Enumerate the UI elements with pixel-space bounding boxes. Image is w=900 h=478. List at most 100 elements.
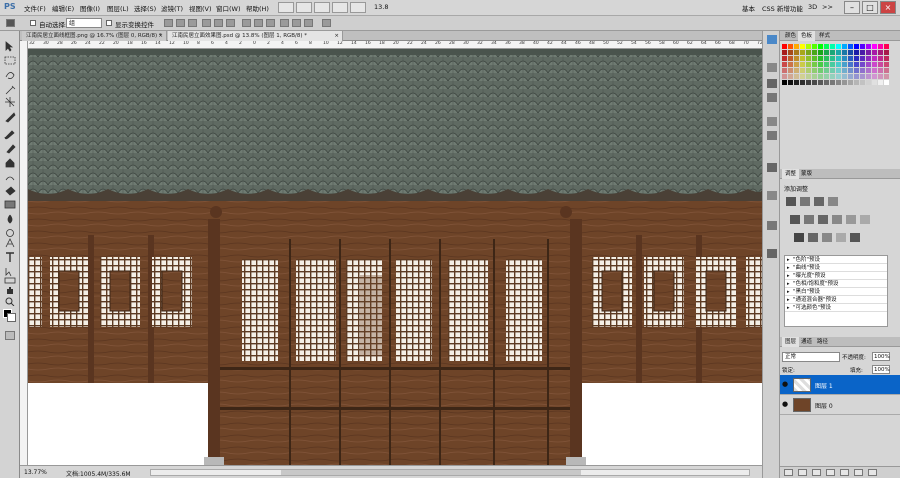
color-swatch[interactable] [830, 56, 835, 61]
color-swatch[interactable] [800, 44, 805, 49]
color-swatch[interactable] [878, 68, 883, 73]
close-icon[interactable]: × [880, 1, 896, 14]
color-swatch[interactable] [800, 62, 805, 67]
color-swatch[interactable] [848, 62, 853, 67]
zoom-tool-icon[interactable] [5, 297, 15, 307]
menu-help[interactable]: 帮助(H) [246, 3, 269, 13]
add-mask-icon[interactable] [812, 469, 821, 476]
color-swatch[interactable] [794, 56, 799, 61]
color-swatch[interactable] [854, 74, 859, 79]
visibility-eye-icon[interactable]: ● [782, 400, 791, 409]
color-swatch[interactable] [854, 50, 859, 55]
new-adjustment-icon[interactable] [826, 469, 835, 476]
color-swatch[interactable] [830, 50, 835, 55]
opacity-input[interactable]: 100% [872, 352, 890, 361]
color-swatch[interactable] [836, 56, 841, 61]
channel-mixer-icon[interactable] [860, 215, 870, 224]
color-swatch[interactable] [818, 62, 823, 67]
menu-filter[interactable]: 滤镜(T) [161, 3, 183, 13]
arrange-docs-icon[interactable] [332, 2, 348, 13]
color-swatch[interactable] [800, 56, 805, 61]
preset-levels[interactable]: "色阶"预设 [785, 256, 887, 264]
color-swatch[interactable] [806, 62, 811, 67]
color-swatch[interactable] [824, 74, 829, 79]
color-swatch[interactable] [824, 56, 829, 61]
color-swatch[interactable] [866, 74, 871, 79]
color-swatch[interactable] [842, 80, 847, 85]
color-swatch[interactable] [872, 50, 877, 55]
document-size[interactable]: 文档:1005.4M/335.6M [66, 469, 131, 478]
color-swatch[interactable] [812, 80, 817, 85]
tab-swatches[interactable]: 色板 [798, 31, 816, 41]
color-swatch[interactable] [872, 62, 877, 67]
color-swatch[interactable] [818, 80, 823, 85]
screen-mode-icon[interactable] [350, 2, 366, 13]
color-swatch[interactable] [860, 68, 865, 73]
brush-panel-icon[interactable] [767, 63, 777, 72]
quick-mask-icon[interactable] [5, 331, 15, 340]
menu-file[interactable]: 文件(F) [24, 3, 46, 13]
workspace-more[interactable]: >> [822, 3, 833, 11]
color-balance-icon[interactable] [818, 215, 828, 224]
color-swatch[interactable] [794, 68, 799, 73]
scroll-thumb[interactable] [281, 470, 581, 475]
color-swatch[interactable] [842, 44, 847, 49]
auto-align-icon[interactable] [322, 19, 331, 27]
align-vcenter-icon[interactable] [176, 19, 185, 27]
link-layers-icon[interactable] [784, 469, 793, 476]
color-swatch[interactable] [812, 56, 817, 61]
color-swatch[interactable] [866, 62, 871, 67]
color-swatch[interactable] [884, 44, 889, 49]
color-swatch[interactable] [788, 44, 793, 49]
color-swatch[interactable] [788, 68, 793, 73]
color-swatch[interactable] [866, 56, 871, 61]
color-swatch[interactable] [800, 68, 805, 73]
threshold-icon[interactable] [822, 233, 832, 242]
color-swatch[interactable] [824, 44, 829, 49]
color-swatch[interactable] [884, 62, 889, 67]
distribute-bottom-icon[interactable] [266, 19, 275, 27]
close-tab-icon[interactable]: × [334, 31, 339, 41]
workspace-3d[interactable]: 3D [808, 3, 817, 11]
color-swatch[interactable] [860, 56, 865, 61]
tab-rendering[interactable]: 江南民居立面效果图.psd @ 13.8% (图层 1, RGB/8) * × [168, 31, 343, 41]
color-swatch[interactable] [812, 62, 817, 67]
preset-black-white[interactable]: "黑白"预设 [785, 288, 887, 296]
tab-layers[interactable]: 图层 [782, 337, 800, 347]
color-swatch[interactable] [782, 74, 787, 79]
color-swatch[interactable] [866, 80, 871, 85]
align-hcenter-icon[interactable] [214, 19, 223, 27]
color-swatch[interactable] [800, 74, 805, 79]
distribute-left-icon[interactable] [280, 19, 289, 27]
color-swatch[interactable] [842, 68, 847, 73]
color-swatch[interactable] [812, 74, 817, 79]
color-swatch[interactable] [884, 68, 889, 73]
color-swatch[interactable] [794, 62, 799, 67]
preset-selective-color[interactable]: "可选颜色"预设 [785, 304, 887, 312]
navigator-icon[interactable] [767, 221, 777, 230]
visibility-eye-icon[interactable]: ● [782, 380, 791, 389]
color-swatch[interactable] [842, 62, 847, 67]
menu-view[interactable]: 视图(V) [189, 3, 212, 13]
color-swatch[interactable] [848, 56, 853, 61]
color-swatch[interactable] [794, 50, 799, 55]
brightness-contrast-icon[interactable] [786, 197, 796, 206]
color-swatch[interactable] [842, 74, 847, 79]
color-swatch[interactable] [830, 44, 835, 49]
tab-color[interactable]: 颜色 [782, 31, 799, 41]
workspace-essentials[interactable]: 基本 [742, 3, 755, 13]
color-swatch[interactable] [854, 56, 859, 61]
hue-saturation-icon[interactable] [804, 215, 814, 224]
color-swatch[interactable] [830, 68, 835, 73]
invert-icon[interactable] [794, 233, 804, 242]
preset-hue-saturation[interactable]: "色相/饱和度"预设 [785, 280, 887, 288]
tab-channels[interactable]: 通道 [798, 337, 815, 347]
minimize-icon[interactable]: – [844, 1, 860, 14]
color-swatch[interactable] [836, 62, 841, 67]
history-panel-icon[interactable] [767, 35, 777, 44]
preset-channel-mixer[interactable]: "通道混合器"预设 [785, 296, 887, 304]
color-swatch[interactable] [800, 50, 805, 55]
color-swatch[interactable] [806, 44, 811, 49]
color-swatch[interactable] [884, 56, 889, 61]
distribute-top-icon[interactable] [242, 19, 251, 27]
